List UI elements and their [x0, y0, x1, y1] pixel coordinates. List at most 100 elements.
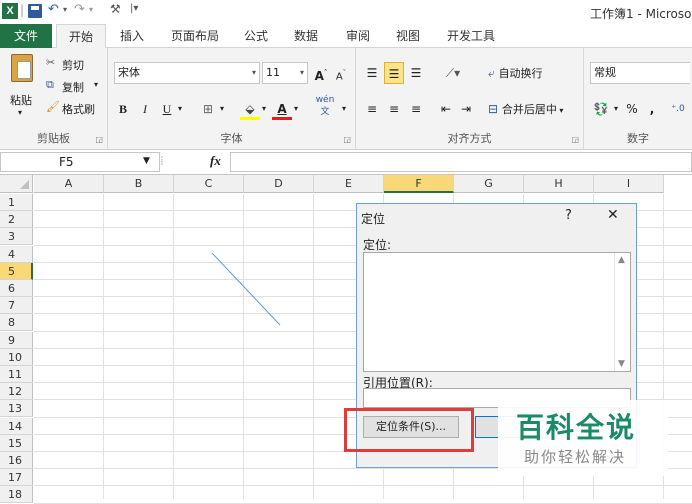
font-size-combo[interactable]: 11 ▾: [262, 62, 308, 84]
grid-col-line: [313, 194, 314, 499]
save-icon[interactable]: [28, 4, 42, 18]
tab-data[interactable]: 数据: [286, 24, 326, 48]
clipboard-launcher-icon[interactable]: ◲: [95, 135, 103, 144]
column-header-h[interactable]: H: [524, 175, 594, 193]
row-header-9[interactable]: 9: [0, 331, 33, 349]
decrease-indent-icon[interactable]: ⇤: [436, 98, 456, 120]
font-color-dropdown-icon[interactable]: ▾: [292, 98, 300, 120]
row-header-12[interactable]: 12: [0, 383, 33, 401]
watermark: 百科全说 助你轻松解决: [498, 400, 668, 476]
currency-icon[interactable]: 💱: [590, 98, 612, 120]
tab-developer[interactable]: 开发工具: [440, 24, 502, 48]
comma-button[interactable]: ,: [646, 98, 658, 120]
format-painter-button[interactable]: 🖌 格式刷: [46, 100, 106, 118]
row-header-7[interactable]: 7: [0, 297, 33, 315]
row-header-11[interactable]: 11: [0, 366, 33, 383]
tab-view[interactable]: 视图: [388, 24, 428, 48]
column-header-i[interactable]: I: [594, 175, 664, 193]
row-header-2[interactable]: 2: [0, 211, 33, 229]
copy-icon: ⧉: [46, 78, 54, 91]
column-header-a[interactable]: A: [34, 175, 104, 193]
shrink-font-button[interactable]: Aˇ: [332, 62, 350, 84]
row-header-4[interactable]: 4: [0, 245, 33, 263]
column-header-e[interactable]: E: [314, 175, 384, 193]
scroll-down-icon[interactable]: ▼: [618, 359, 625, 369]
align-right-icon[interactable]: ≡: [406, 98, 426, 120]
tab-insert[interactable]: 插入: [112, 24, 152, 48]
row-header-14[interactable]: 14: [0, 417, 33, 435]
align-top-icon[interactable]: ☰: [362, 62, 382, 84]
row-header-17[interactable]: 17: [0, 469, 33, 487]
copy-button[interactable]: ⧉ 复制 ▾: [46, 78, 106, 96]
paste-button[interactable]: 粘贴 ▾: [4, 54, 40, 124]
grow-font-button[interactable]: Aˆ: [312, 62, 330, 84]
redo-dropdown-icon[interactable]: ▾: [89, 5, 93, 14]
currency-dropdown-icon[interactable]: ▾: [612, 98, 620, 120]
function-fx-icon[interactable]: fx: [210, 153, 221, 169]
align-center-icon[interactable]: ≡: [384, 98, 404, 120]
fill-color-icon[interactable]: ⬙: [240, 98, 260, 120]
phonetic-button[interactable]: wén 文: [312, 94, 338, 120]
wrap-text-button[interactable]: ⤶ 自动换行: [488, 62, 580, 84]
customize-icon[interactable]: ⚒: [110, 2, 121, 16]
border-icon[interactable]: ⊞: [198, 98, 218, 120]
select-all-corner[interactable]: [0, 175, 33, 193]
merge-dropdown-icon: ▾: [556, 106, 564, 115]
number-format-combo[interactable]: 常规: [590, 62, 690, 84]
cut-button[interactable]: ✂ 剪切: [46, 56, 106, 74]
fill-dropdown-icon[interactable]: ▾: [260, 98, 268, 120]
redo-icon[interactable]: ↷: [74, 2, 85, 17]
bold-button[interactable]: B: [114, 98, 132, 120]
help-button[interactable]: ?: [565, 208, 572, 223]
column-header-g[interactable]: G: [454, 175, 524, 193]
phonetic-dropdown-icon[interactable]: ▾: [340, 98, 348, 120]
row-header-6[interactable]: 6: [0, 280, 33, 297]
row-header-15[interactable]: 15: [0, 434, 33, 452]
underline-dropdown-icon[interactable]: ▾: [176, 98, 184, 120]
chevron-down-icon[interactable]: ▼: [143, 156, 150, 166]
font-name-combo[interactable]: 宋体 ▾: [114, 62, 260, 84]
formula-input[interactable]: [230, 152, 692, 172]
font-color-button[interactable]: A: [272, 98, 292, 120]
increase-indent-icon[interactable]: ⇥: [456, 98, 476, 120]
goto-listbox[interactable]: ▲ ▼: [363, 252, 631, 372]
row-header-18[interactable]: 18: [0, 486, 33, 504]
row-header-8[interactable]: 8: [0, 314, 33, 332]
undo-icon[interactable]: ↶: [48, 2, 59, 17]
tab-home[interactable]: 开始: [56, 24, 106, 49]
column-header-f[interactable]: F: [384, 175, 454, 193]
tab-formulas[interactable]: 公式: [236, 24, 276, 48]
quick-access-dropdown-icon[interactable]: |▾: [130, 3, 138, 14]
name-box[interactable]: F5 ▼: [0, 152, 160, 172]
alignment-group-label: 对齐方式: [447, 132, 492, 145]
align-middle-icon[interactable]: ☰: [384, 62, 404, 84]
row-header-16[interactable]: 16: [0, 452, 33, 469]
align-left-icon[interactable]: ≡: [362, 98, 382, 120]
align-bottom-icon[interactable]: ☰: [406, 62, 426, 84]
row-header-10[interactable]: 10: [0, 348, 33, 366]
merge-center-button[interactable]: ⊟ 合并后居中 ▾: [488, 98, 582, 120]
listbox-scrollbar[interactable]: ▲ ▼: [614, 253, 630, 371]
column-header-c[interactable]: C: [174, 175, 244, 193]
row-header-13[interactable]: 13: [0, 400, 33, 418]
font-launcher-icon[interactable]: ◲: [343, 135, 351, 144]
underline-button[interactable]: U: [158, 98, 176, 120]
tab-file[interactable]: 文件: [0, 24, 52, 48]
row-header-5[interactable]: 5: [0, 262, 33, 280]
italic-button[interactable]: I: [136, 98, 154, 120]
increase-decimal-icon[interactable]: ⁺.0: [668, 98, 688, 120]
alignment-launcher-icon[interactable]: ◲: [571, 135, 579, 144]
undo-dropdown-icon[interactable]: ▾: [63, 5, 67, 14]
formula-bar-grip-icon[interactable]: ⁞: [160, 154, 164, 168]
close-icon[interactable]: ✕: [607, 207, 619, 223]
orientation-icon[interactable]: ⟋▾: [440, 62, 466, 84]
column-header-b[interactable]: B: [104, 175, 174, 193]
tab-page-layout[interactable]: 页面布局: [164, 24, 226, 48]
percent-button[interactable]: %: [624, 98, 640, 120]
scroll-up-icon[interactable]: ▲: [618, 255, 625, 265]
border-dropdown-icon[interactable]: ▾: [218, 98, 226, 120]
tab-review[interactable]: 审阅: [338, 24, 378, 48]
row-header-3[interactable]: 3: [0, 228, 33, 246]
column-header-d[interactable]: D: [244, 175, 314, 193]
row-header-1[interactable]: 1: [0, 194, 33, 211]
